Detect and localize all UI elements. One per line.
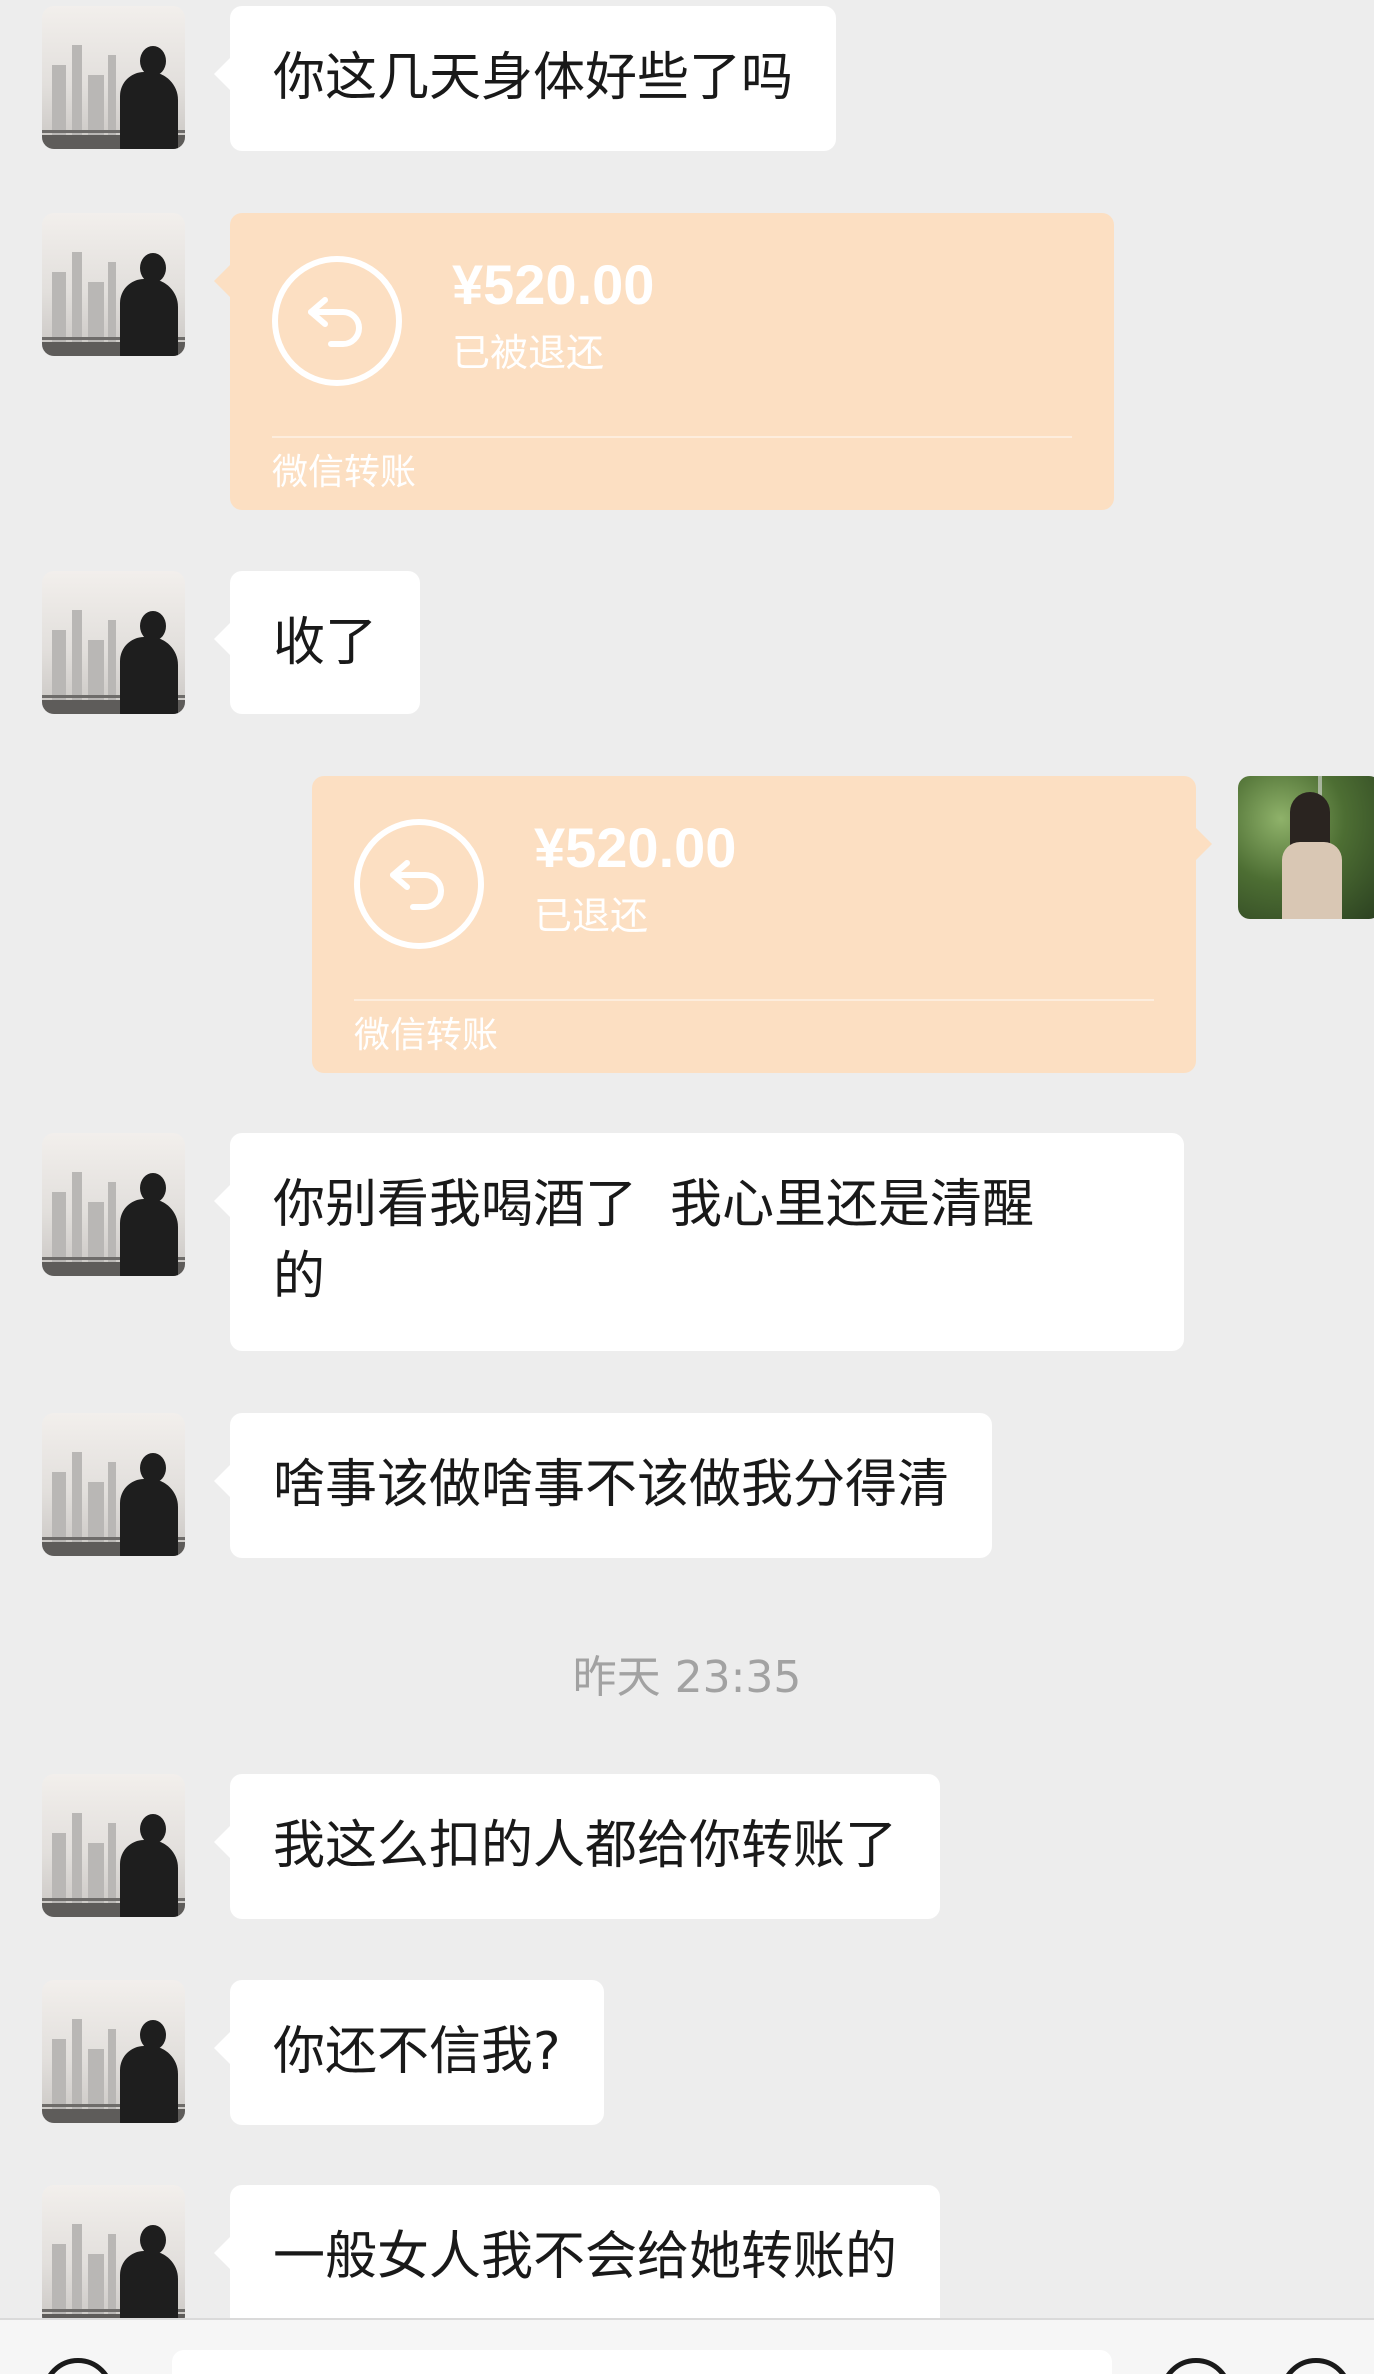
chat-timestamp: 昨天 23:35 (572, 1652, 802, 1703)
contact-avatar[interactable] (42, 1133, 185, 1276)
transfer-card[interactable]: ¥520.00 已退还 微信转账 (312, 776, 1212, 1073)
message-bubble[interactable]: 啥事该做啥事不该做我分得清 (213, 1413, 993, 1558)
message-bubble[interactable]: 你这几天身体好些了吗 (213, 6, 837, 151)
message-text-line1: 你别看我喝酒了 我心里还是清醒 (273, 1175, 1035, 1235)
input-bar (0, 2318, 1374, 2374)
contact-avatar[interactable] (42, 6, 185, 149)
transfer-status: 已退还 (534, 894, 649, 938)
contact-avatar[interactable] (42, 1774, 185, 1917)
transfer-footer: 微信转账 (272, 452, 417, 493)
message-text: 我这么扣的人都给你转账了 (273, 1816, 898, 1876)
message-input[interactable] (172, 2350, 1112, 2374)
message-text: 你这几天身体好些了吗 (273, 48, 794, 108)
message-bubble[interactable]: 你别看我喝酒了 我心里还是清醒 的 (214, 1133, 1184, 1351)
transfer-status: 已被退还 (452, 331, 605, 375)
transfer-footer: 微信转账 (354, 1015, 499, 1056)
message-bubble[interactable]: 收了 (213, 571, 421, 714)
plus-icon[interactable] (1280, 2358, 1352, 2374)
transfer-amount: ¥520.00 (452, 253, 655, 316)
contact-avatar[interactable] (42, 2185, 185, 2328)
my-avatar[interactable] (1238, 776, 1374, 919)
message-bubble[interactable]: 一般女人我不会给她转账的 (213, 2185, 941, 2330)
voice-icon[interactable] (42, 2358, 114, 2374)
transfer-card[interactable]: ¥520.00 已被退还 微信转账 (214, 213, 1114, 510)
contact-avatar[interactable] (42, 213, 185, 356)
message-bubble[interactable]: 你还不信我? (214, 1980, 604, 2125)
message-text: 收了 (273, 613, 378, 673)
contact-avatar[interactable] (42, 571, 185, 714)
emoji-icon[interactable] (1160, 2358, 1232, 2374)
refund-arrow-icon (354, 819, 484, 949)
message-text: 你还不信我? (273, 2022, 561, 2082)
contact-avatar[interactable] (42, 1980, 185, 2123)
contact-avatar[interactable] (42, 1413, 185, 1556)
chat-screen: 你这几天身体好些了吗 ¥520.00 已被退还 微信转账 收了 ¥520.00 … (0, 0, 1374, 2374)
transfer-amount: ¥520.00 (534, 816, 737, 879)
message-text-line2: 的 (273, 1247, 326, 1307)
refund-arrow-icon (272, 256, 402, 386)
transfer-divider (354, 999, 1154, 1001)
message-bubble[interactable]: 我这么扣的人都给你转账了 (213, 1774, 941, 1919)
transfer-divider (272, 436, 1072, 438)
message-text: 一般女人我不会给她转账的 (273, 2227, 898, 2287)
message-text: 啥事该做啥事不该做我分得清 (273, 1455, 950, 1515)
